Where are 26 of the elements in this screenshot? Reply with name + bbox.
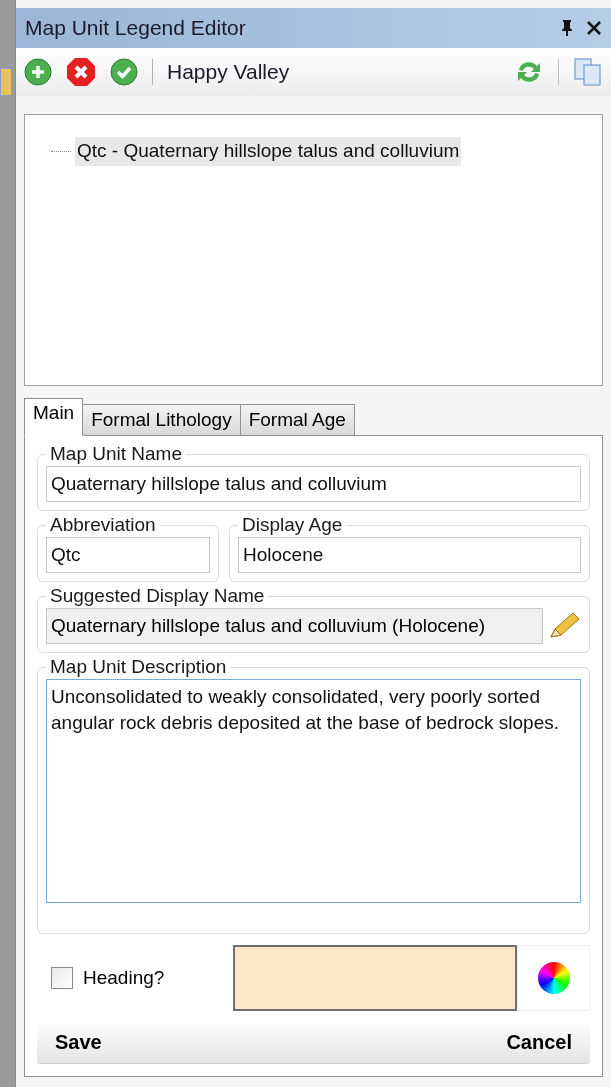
tree-item[interactable]: Qtc - Quaternary hillslope talus and colluvium xyxy=(75,137,462,166)
display-age-field[interactable]: Holocene xyxy=(238,537,581,573)
window-title: Map Unit Legend Editor xyxy=(25,15,247,42)
checkmark-icon[interactable] xyxy=(110,58,138,86)
tab[interactable]: Main xyxy=(24,398,84,436)
description-field[interactable]: Unconsolidated to weakly consolidated, very poorly sorted angular rock debris deposited at the base of bedrock slopes. xyxy=(46,679,581,903)
suggested-name-field[interactable]: Quaternary hillslope talus and colluvium (Holocene) xyxy=(46,608,543,644)
group-label: Display Age xyxy=(241,513,344,537)
group-label: Suggested Display Name xyxy=(49,584,266,608)
delete-icon[interactable] xyxy=(66,57,96,87)
dataset-name: Happy Valley xyxy=(167,59,291,86)
abbreviation-field[interactable]: Qtc xyxy=(46,537,210,573)
color-wheel-icon[interactable] xyxy=(537,962,570,994)
map-unit-name-field[interactable]: Quaternary hillslope talus and colluvium xyxy=(46,466,581,502)
checkbox-label: Heading? xyxy=(83,965,165,990)
cancel-button[interactable]: Cancel xyxy=(506,1026,572,1057)
tab[interactable]: Formal Lithology xyxy=(82,404,241,436)
pin-icon[interactable] xyxy=(560,19,574,37)
add-icon[interactable] xyxy=(24,58,52,86)
group-label: Map Unit Name xyxy=(49,442,183,466)
group-label: Map Unit Description xyxy=(49,655,228,679)
close-icon[interactable] xyxy=(586,20,602,36)
group-label: Abbreviation xyxy=(49,513,157,537)
tab[interactable]: Formal Age xyxy=(239,404,355,436)
save-button[interactable]: Save xyxy=(55,1026,102,1057)
heading-checkbox[interactable] xyxy=(51,967,73,989)
